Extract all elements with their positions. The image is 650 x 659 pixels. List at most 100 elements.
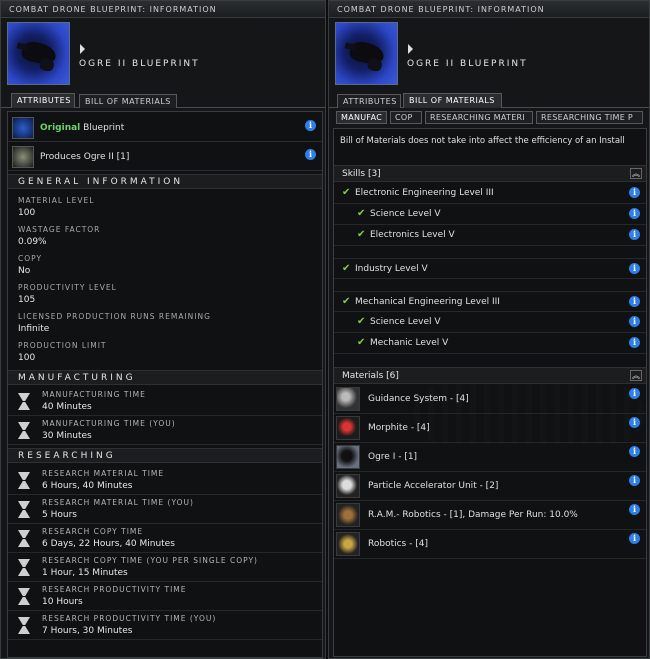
material-label: Morphite - [4]: [368, 423, 430, 433]
info-icon[interactable]: i: [629, 388, 640, 399]
time-label: RESEARCH PRODUCTIVITY TIME (YOU): [42, 614, 217, 623]
material-row[interactable]: Guidance System - [4] i: [334, 385, 646, 414]
skill-row[interactable]: ✔ Industry Level V i: [334, 258, 646, 279]
check-icon: ✔: [357, 229, 366, 240]
material-label: Ogre I - [1]: [368, 452, 418, 462]
time-label: MANUFACTURING TIME: [42, 390, 146, 399]
time-value: 10 Hours: [42, 597, 83, 607]
hourglass-icon: [18, 472, 30, 490]
time-value: 6 Hours, 40 Minutes: [42, 481, 133, 491]
skill-row[interactable]: ✔ Science Level V i: [334, 204, 646, 225]
skill-row[interactable]: ✔ Mechanic Level V i: [334, 333, 646, 354]
window-title[interactable]: COMBAT DRONE BLUEPRINT: INFORMATION: [329, 1, 649, 18]
attribute-value: No: [18, 266, 31, 276]
collapse-icon[interactable]: ︽: [630, 370, 642, 381]
time-label: RESEARCH MATERIAL TIME: [42, 469, 165, 478]
hourglass-icon: [18, 588, 30, 606]
manufacturing-header: MANUFACTURING: [8, 370, 322, 385]
item-header: OGRE II BLUEPRINT: [1, 18, 325, 90]
time-row: RESEARCH MATERIAL TIME 6 Hours, 40 Minute…: [8, 466, 322, 495]
material-row[interactable]: Morphite - [4] i: [334, 414, 646, 443]
material-label: Particle Accelerator Unit - [2]: [368, 481, 499, 491]
expand-arrow-icon[interactable]: [80, 44, 85, 54]
info-icon[interactable]: i: [629, 533, 640, 544]
bill-of-materials-window: COMBAT DRONE BLUEPRINT: INFORMATION OGRE…: [328, 0, 650, 659]
expand-arrow-icon[interactable]: [408, 44, 413, 54]
material-row[interactable]: R.A.M.- Robotics - [1], Damage Per Run: …: [334, 501, 646, 530]
skill-label: Industry Level V: [355, 264, 428, 274]
subtab-copying[interactable]: COP: [390, 111, 422, 124]
info-icon[interactable]: i: [305, 120, 316, 131]
produces-label: Produces Ogre II [1]: [40, 152, 130, 162]
time-value: 7 Hours, 30 Minutes: [42, 626, 133, 636]
ogre-drone-icon: [336, 445, 360, 469]
time-row: MANUFACTURING TIME (YOU) 30 Minutes: [8, 416, 322, 445]
subtab-researching-material[interactable]: RESEARCHING MATERI: [425, 111, 533, 124]
info-icon[interactable]: i: [629, 504, 640, 515]
materials-group-header[interactable]: Materials [6] ︽: [334, 367, 646, 384]
skill-row[interactable]: ✔ Electronics Level V i: [334, 225, 646, 246]
attribute-value: Infinite: [18, 324, 50, 334]
item-name: OGRE II BLUEPRINT: [79, 59, 200, 69]
item-name: OGRE II BLUEPRINT: [407, 59, 528, 69]
original-label: Original: [40, 123, 81, 133]
time-value: 6 Days, 22 Hours, 40 Minutes: [42, 539, 175, 549]
check-icon: ✔: [357, 208, 366, 219]
drone-icon: [348, 39, 386, 67]
time-label: RESEARCH MATERIAL TIME (YOU): [42, 498, 194, 507]
subtab-manufacturing[interactable]: MANUFAC: [336, 111, 387, 124]
tab-bill-of-materials[interactable]: BILL OF MATERIALS: [403, 93, 502, 108]
drone-product-icon: [12, 146, 34, 168]
info-icon[interactable]: i: [629, 316, 640, 327]
skills-group-header[interactable]: Skills [3] ︽: [334, 165, 646, 182]
info-icon[interactable]: i: [629, 446, 640, 457]
attribute-label: MATERIAL LEVEL: [18, 196, 95, 205]
time-value: 40 Minutes: [42, 402, 92, 412]
info-icon[interactable]: i: [629, 337, 640, 348]
skill-row[interactable]: ✔ Mechanical Engineering Level III i: [334, 291, 646, 312]
check-icon: ✔: [357, 337, 366, 348]
info-icon[interactable]: i: [629, 296, 640, 307]
window-title[interactable]: COMBAT DRONE BLUEPRINT: INFORMATION: [1, 1, 325, 18]
info-icon[interactable]: i: [629, 263, 640, 274]
attributes-panel: Original Blueprint i Produces Ogre II [1…: [7, 111, 323, 658]
time-value: 30 Minutes: [42, 431, 92, 441]
material-row[interactable]: Robotics - [4] i: [334, 530, 646, 559]
info-icon[interactable]: i: [629, 475, 640, 486]
blueprint-thumbnail[interactable]: [335, 22, 398, 85]
blueprint-thumbnail[interactable]: [7, 22, 70, 85]
tab-bill-of-materials[interactable]: BILL OF MATERIALS: [79, 94, 177, 108]
material-row[interactable]: Particle Accelerator Unit - [2] i: [334, 472, 646, 501]
info-icon[interactable]: i: [629, 417, 640, 428]
time-row: RESEARCH MATERIAL TIME (YOU) 5 Hours: [8, 495, 322, 524]
attribute-label: LICENSED PRODUCTION RUNS REMAINING: [18, 312, 211, 321]
time-row: RESEARCH COPY TIME (YOU PER SINGLE COPY)…: [8, 553, 322, 582]
material-label: Guidance System - [4]: [368, 394, 469, 404]
blueprint-type-row[interactable]: Original Blueprint i: [8, 114, 322, 142]
info-icon[interactable]: i: [629, 229, 640, 240]
time-label: RESEARCH COPY TIME: [42, 527, 144, 536]
check-icon: ✔: [342, 296, 351, 307]
info-icon[interactable]: i: [305, 149, 316, 160]
check-icon: ✔: [342, 187, 351, 198]
subtab-bar: MANUFAC COP RESEARCHING MATERI RESEARCHI…: [332, 111, 649, 124]
time-value: 1 Hour, 15 Minutes: [42, 568, 128, 578]
time-row: MANUFACTURING TIME 40 Minutes: [8, 387, 322, 416]
material-row[interactable]: Ogre I - [1] i: [334, 443, 646, 472]
time-row: RESEARCH PRODUCTIVITY TIME (YOU) 7 Hours,…: [8, 611, 322, 640]
tab-attributes[interactable]: ATTRIBUTES: [337, 94, 401, 108]
info-icon[interactable]: i: [629, 187, 640, 198]
info-icon[interactable]: i: [629, 208, 640, 219]
time-label: MANUFACTURING TIME (YOU): [42, 419, 176, 428]
tab-attributes[interactable]: ATTRIBUTES: [11, 93, 75, 108]
skill-row[interactable]: ✔ Electronic Engineering Level III i: [334, 183, 646, 204]
robotics-icon: [336, 532, 360, 556]
attribute-label: WASTAGE FACTOR: [18, 225, 101, 234]
skill-row[interactable]: ✔ Science Level V i: [334, 312, 646, 333]
collapse-icon[interactable]: ︽: [630, 168, 642, 179]
produces-row[interactable]: Produces Ogre II [1] i: [8, 143, 322, 171]
hourglass-icon: [18, 530, 30, 548]
subtab-researching-time[interactable]: RESEARCHING TIME P: [536, 111, 643, 124]
time-label: RESEARCH PRODUCTIVITY TIME: [42, 585, 187, 594]
skill-label: Mechanical Engineering Level III: [355, 297, 500, 307]
